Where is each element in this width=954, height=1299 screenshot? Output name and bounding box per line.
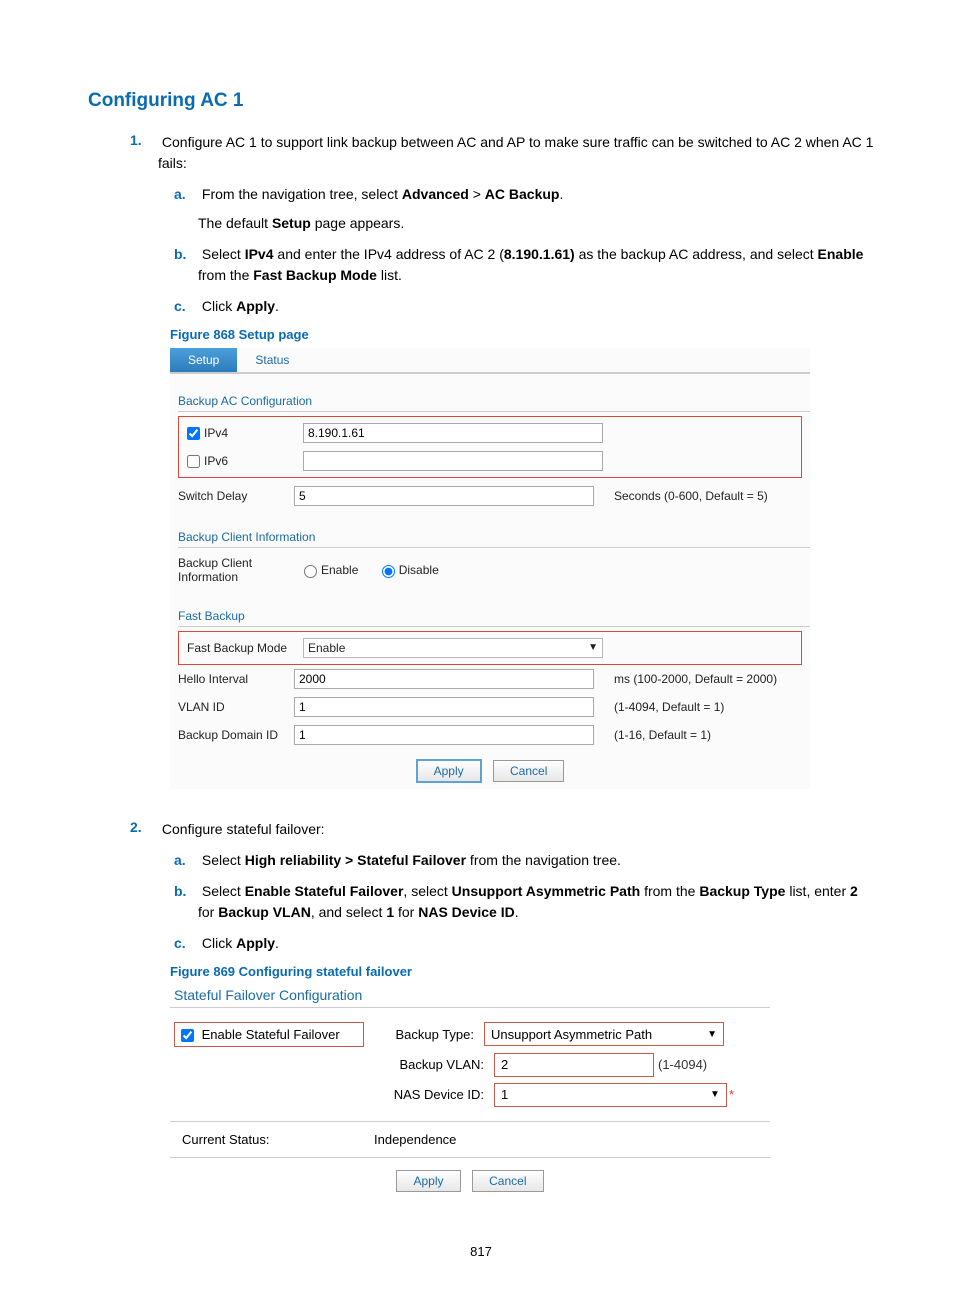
step-1b-text: Select IPv4 and enter the IPv4 address o… [198,246,863,283]
ipv6-input[interactable] [303,451,603,471]
bci-disable-radio[interactable] [382,565,395,578]
backup-vlan-value: 2 [501,1057,508,1072]
nas-label: NAS Device ID: [374,1087,494,1102]
vlan-input[interactable] [294,697,594,717]
hello-hint: ms (100-2000, Default = 2000) [604,672,777,686]
step-2b-marker: b. [174,883,198,899]
current-status-value: Independence [374,1132,456,1147]
apply-button[interactable]: Apply [396,1170,460,1192]
tab-status[interactable]: Status [237,348,307,372]
step-1: 1. Configure AC 1 to support link backup… [158,132,874,789]
bci-enable-radio[interactable] [304,565,317,578]
backup-type-value: Unsupport Asymmetric Path [491,1027,652,1042]
figure-868-caption: Figure 868 Setup page [170,327,874,342]
chevron-down-icon: ▼ [710,1089,720,1100]
switch-delay-input[interactable] [294,486,594,506]
section-fast-backup: Fast Backup [178,609,810,627]
step-1-intro: Configure AC 1 to support link backup be… [158,134,873,171]
nas-select[interactable]: 1 ▼ [494,1083,727,1107]
bci-enable-option[interactable]: Enable [304,563,358,577]
step-2: 2. Configure stateful failover: a. Selec… [158,819,874,1204]
step-1c: c. Click Apply. [198,296,874,317]
bdid-hint: (1-16, Default = 1) [604,728,711,742]
figure-869-caption: Figure 869 Configuring stateful failover [170,964,874,979]
step-2b-text: Select Enable Stateful Failover, select … [198,883,858,920]
esf-checkbox[interactable] [181,1029,194,1042]
ipv4-input[interactable] [303,423,603,443]
ipv4-checkbox[interactable] [187,427,200,440]
step-2c-text: Click Apply. [202,935,279,951]
fbm-select[interactable]: Enable ▼ [303,638,603,658]
step-1a-after: The default Setup page appears. [198,213,874,234]
step-1b: b. Select IPv4 and enter the IPv4 addres… [198,244,874,286]
backup-type-label: Backup Type: [364,1027,484,1042]
cancel-button[interactable]: Cancel [472,1170,543,1192]
backup-vlan-label: Backup VLAN: [374,1057,494,1072]
step-2c: c. Click Apply. [198,933,874,954]
step-2a-text: Select High reliability > Stateful Failo… [202,852,621,868]
bdid-label: Backup Domain ID [178,728,294,742]
bdid-input[interactable] [294,725,594,745]
ipv4-label: IPv4 [204,426,228,440]
hello-input[interactable] [294,669,594,689]
current-status-label: Current Status: [174,1132,374,1147]
ipv6-label: IPv6 [204,454,228,468]
step-2-intro: Configure stateful failover: [162,821,325,837]
step-1-marker: 1. [130,132,158,148]
cancel-button[interactable]: Cancel [493,760,564,782]
section-backup-client: Backup Client Information [178,530,810,548]
vlan-label: VLAN ID [178,700,294,714]
section-heading: Configuring AC 1 [88,90,874,112]
figure-869: Stateful Failover Configuration Enable S… [170,987,770,1204]
step-2b: b. Select Enable Stateful Failover, sele… [198,881,874,923]
backup-vlan-hint: (1-4094) [658,1057,707,1072]
esf-label: Enable Stateful Failover [202,1027,340,1042]
step-1a-text: From the navigation tree, select Advance… [202,186,563,202]
fbm-value: Enable [308,641,345,655]
sfc-title: Stateful Failover Configuration [174,987,770,1003]
bci-disable-option[interactable]: Disable [382,563,439,577]
switch-delay-hint: Seconds (0-600, Default = 5) [604,489,768,503]
esf-option[interactable]: Enable Stateful Failover [174,1022,364,1047]
step-2a-marker: a. [174,852,198,868]
fbm-label: Fast Backup Mode [187,641,303,655]
figure-868: Setup Status Backup AC Configuration IPv… [170,348,810,789]
tab-setup[interactable]: Setup [170,348,237,372]
step-1c-marker: c. [174,298,198,314]
step-2-marker: 2. [130,819,158,835]
step-1a-marker: a. [174,186,198,202]
backup-type-select[interactable]: Unsupport Asymmetric Path ▼ [484,1022,724,1046]
tabs: Setup Status [170,348,810,374]
step-2a: a. Select High reliability > Stateful Fa… [198,850,874,871]
chevron-down-icon: ▼ [588,642,598,653]
section-backup-ac: Backup AC Configuration [178,394,810,412]
apply-button[interactable]: Apply [416,759,482,783]
chevron-down-icon: ▼ [707,1029,717,1040]
bci-label: Backup Client Information [178,556,294,585]
required-star: * [729,1087,734,1102]
ipv6-row: IPv6 [187,454,303,468]
step-1c-text: Click Apply. [202,298,279,314]
ipv4-row: IPv4 [187,426,303,440]
backup-vlan-input[interactable]: 2 [494,1053,654,1077]
page-number: 817 [88,1244,874,1259]
step-1b-marker: b. [174,246,198,262]
step-1a: a. From the navigation tree, select Adva… [198,184,874,234]
step-2c-marker: c. [174,935,198,951]
ipv6-checkbox[interactable] [187,455,200,468]
hello-label: Hello Interval [178,672,294,686]
switch-delay-label: Switch Delay [178,489,294,503]
vlan-hint: (1-4094, Default = 1) [604,700,724,714]
nas-value: 1 [501,1087,508,1102]
